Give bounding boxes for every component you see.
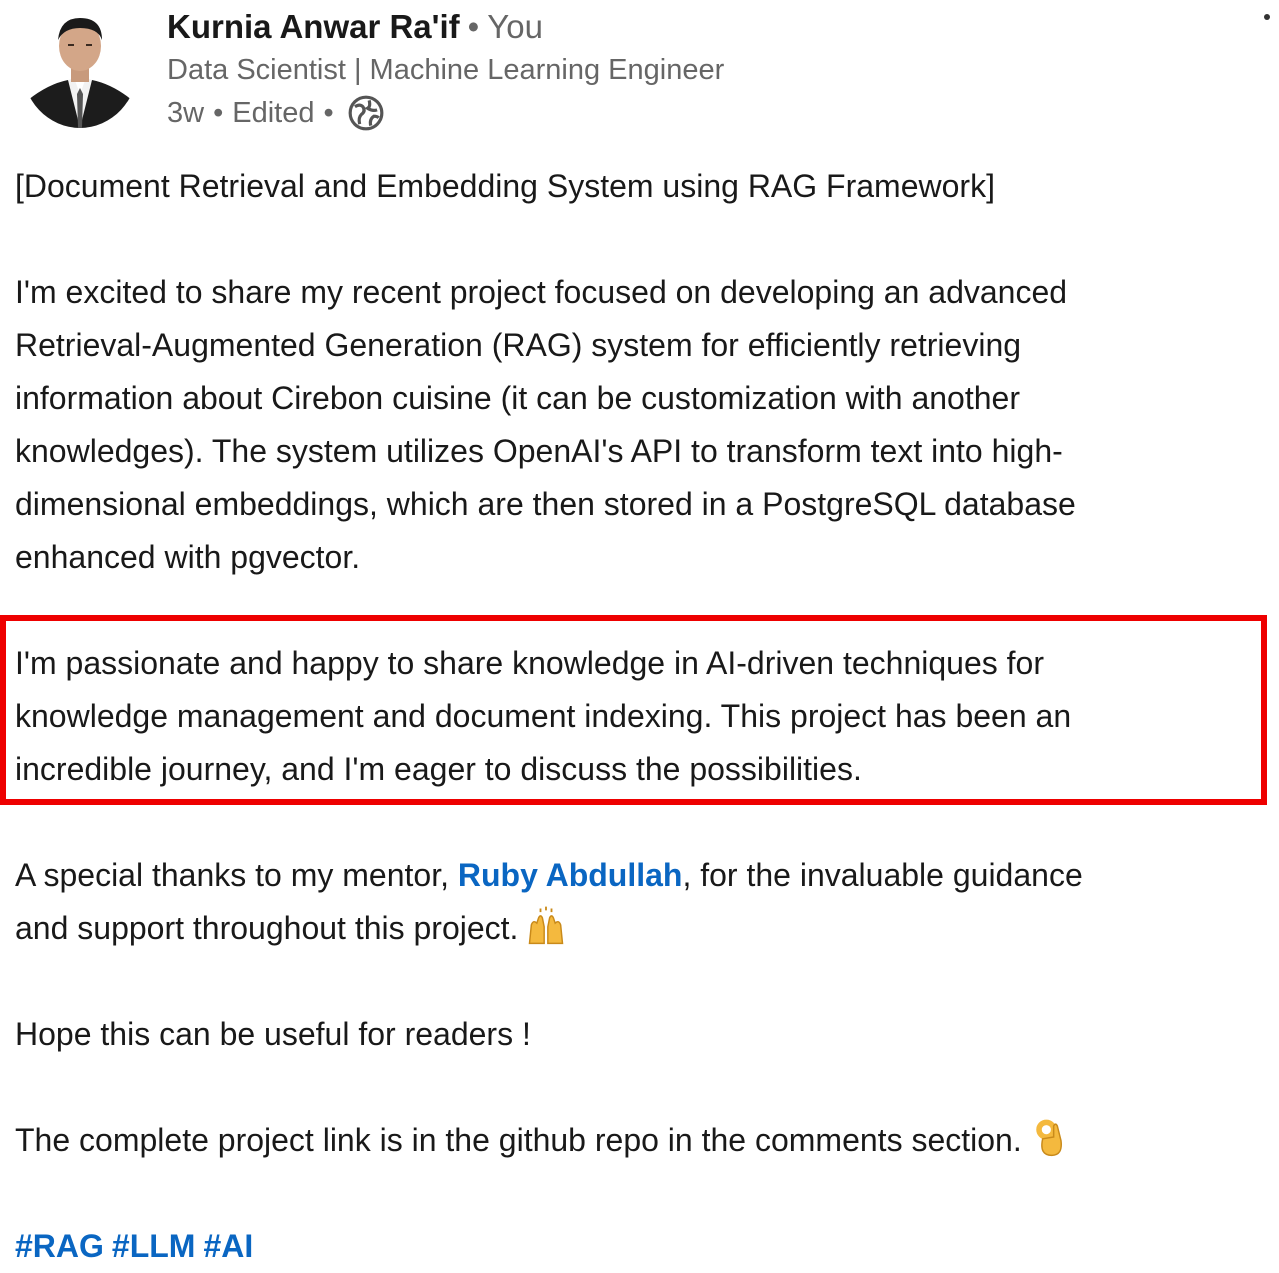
author-line: Kurnia Anwar Ra'if • You [167,8,543,48]
edited-label: Edited [232,96,315,129]
hashtag-link[interactable]: #AI [203,1228,253,1264]
text-line: I'm passionate and happy to share knowle… [15,645,1044,681]
link-note-line: The complete project link is in the gith… [15,1114,1265,1167]
more-options-icon[interactable] [1264,14,1270,20]
text-line: I'm excited to share my recent project f… [15,274,1068,310]
mentor-mention-link[interactable]: Ruby Abdullah [458,857,683,893]
raising-hands-emoji [529,906,564,945]
paragraph-passion: I'm passionate and happy to share knowle… [15,637,1265,796]
thanks-text: and support throughout this project. [15,910,519,946]
text-line: Retrieval-Augmented Generation (RAG) sys… [15,327,1022,363]
text-line: knowledge management and document indexi… [15,698,1072,734]
avatar-photo [22,4,138,128]
thanks-suffix: , for the invaluable guidance [682,857,1083,893]
post-title: [Document Retrieval and Embedding System… [15,168,995,204]
text-line: information about Cirebon cuisine (it ca… [15,380,1020,416]
thanks-line: A special thanks to my mentor, Ruby Abdu… [15,849,1265,902]
author-name[interactable]: Kurnia Anwar Ra'if [167,8,460,45]
hashtags: #RAG #LLM #AI [15,1220,1265,1273]
thanks-prefix: A special thanks to my mentor, [15,857,458,893]
text-line: knowledges). The system utilizes OpenAI'… [15,433,1063,469]
link-note-text: The complete project link is in the gith… [15,1122,1022,1158]
author-headline: Data Scientist | Machine Learning Engine… [167,54,725,86]
text-line: dimensional embeddings, which are then s… [15,486,1076,522]
hashtag-link[interactable]: #LLM [112,1228,196,1264]
thanks-line-2: and support throughout this project. [15,902,1265,955]
avatar[interactable] [22,4,138,128]
separator-dot: • [467,8,480,45]
separator-dot: • [323,96,334,129]
ok-hand-emoji [1035,1119,1062,1157]
globe-icon[interactable] [347,94,385,132]
post-time: 3w [167,96,205,129]
hashtag-link[interactable]: #RAG [15,1228,104,1264]
paragraph-intro: I'm excited to share my recent project f… [15,266,1265,584]
text-line: enhanced with pgvector. [15,539,361,575]
post-meta: 3w • Edited • [167,94,385,132]
post-body: [Document Retrieval and Embedding System… [0,160,1267,1273]
separator-dot: • [213,96,224,129]
text-line: incredible journey, and I'm eager to dis… [15,751,862,787]
you-label: You [487,8,543,45]
hope-line: Hope this can be useful for readers ! [15,1016,531,1052]
